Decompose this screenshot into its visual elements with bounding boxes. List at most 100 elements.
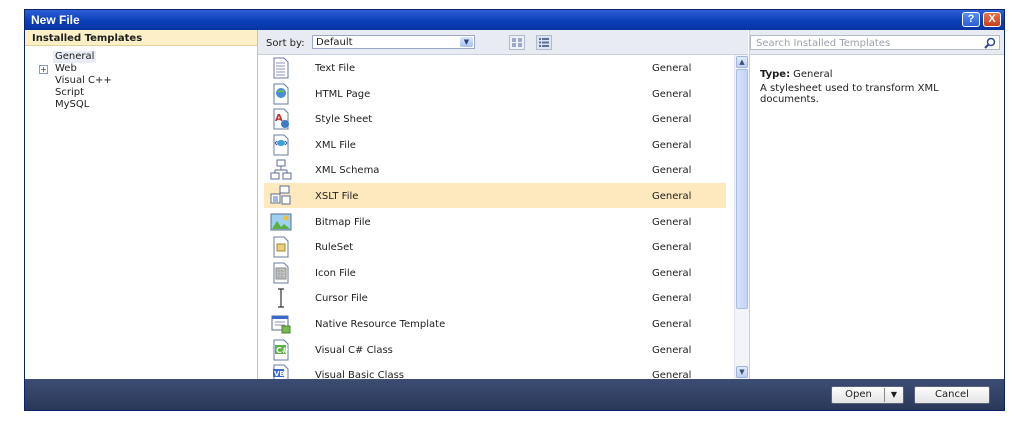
type-label: Type:: [760, 69, 791, 80]
template-name: Bitmap File: [315, 216, 371, 228]
template-type: Type: General: [760, 69, 833, 80]
cancel-button[interactable]: Cancel: [914, 386, 990, 404]
template-category: General: [652, 191, 692, 202]
tree-item-label: Web: [55, 63, 77, 74]
template-row-visual-basic-class[interactable]: VB Visual Basic Class General: [264, 362, 726, 379]
svg-text:C#: C#: [276, 346, 289, 355]
open-button[interactable]: Open ▼: [831, 386, 904, 404]
template-row-xml-schema[interactable]: XML Schema General: [264, 157, 726, 182]
search-input[interactable]: Search Installed Templates: [750, 35, 1000, 50]
template-name: XML Schema: [315, 165, 380, 177]
open-button-label: Open: [845, 389, 872, 400]
template-name: HTML Page: [315, 88, 371, 100]
template-row-xml-file[interactable]: XML File General: [264, 132, 726, 157]
template-row-xslt-file[interactable]: XSLT File General: [264, 183, 726, 208]
new-file-dialog: New File ? X Installed Templates General…: [24, 9, 1005, 411]
sort-by-value: Default: [316, 37, 353, 48]
csharp-class-icon: C#: [273, 339, 289, 361]
template-name: Native Resource Template: [315, 319, 446, 330]
dialog-footer: Open ▼ Cancel: [25, 379, 1004, 410]
template-category: General: [652, 114, 692, 126]
template-name: Visual Basic Class: [315, 370, 404, 379]
template-name: Text File: [315, 63, 356, 74]
text-file-icon: [273, 57, 289, 79]
template-category: General: [652, 344, 692, 356]
template-name: Visual C# Class: [315, 344, 393, 356]
ruleset-icon: [273, 236, 289, 258]
template-category: General: [652, 242, 692, 254]
template-description: A stylesheet used to transform XML docum…: [760, 83, 939, 105]
vb-class-icon: VB: [273, 364, 289, 379]
template-name: Style Sheet: [315, 114, 373, 126]
template-row-visual-csharp-class[interactable]: C# Visual C# Class General: [264, 337, 726, 362]
templates-list-panel: Sort by: Default ▼ Text File General HTM…: [258, 30, 749, 379]
template-row-html-page[interactable]: HTML Page General: [264, 81, 726, 106]
open-dropdown-icon[interactable]: ▼: [884, 388, 903, 402]
template-list-scrollbar[interactable]: ▲ ▼: [734, 55, 749, 379]
title-bar: New File ? X: [25, 10, 1004, 30]
tree-item-mysql[interactable]: MySQL: [55, 99, 89, 111]
template-row-native-resource-template[interactable]: Native Resource Template General: [264, 311, 726, 336]
search-placeholder: Search Installed Templates: [756, 38, 891, 49]
grid-view-icon: [512, 38, 522, 47]
tree-item-web[interactable]: + Web: [39, 63, 77, 75]
template-name: XML File: [315, 139, 356, 151]
cursor-file-icon: [278, 288, 284, 308]
native-resource-icon: [271, 315, 291, 334]
sort-by-label: Sort by:: [266, 38, 305, 49]
list-view-icon: [539, 38, 549, 47]
template-name: XSLT File: [315, 191, 359, 202]
template-category: General: [652, 216, 692, 228]
chevron-down-icon[interactable]: ▼: [460, 37, 473, 47]
template-row-cursor-file[interactable]: Cursor File General: [264, 285, 726, 310]
template-row-style-sheet[interactable]: A Style Sheet General: [264, 106, 726, 131]
tree-item-visual-cpp[interactable]: Visual C++: [55, 75, 112, 87]
template-category: General: [652, 370, 692, 379]
template-category: General: [652, 319, 692, 330]
scrollbar-thumb[interactable]: [736, 69, 748, 309]
tree-item-script[interactable]: Script: [55, 87, 84, 99]
tree-item-label: Visual C++: [55, 75, 112, 86]
template-list: Text File General HTML Page General A St…: [258, 55, 733, 379]
template-row-bitmap-file[interactable]: Bitmap File General: [264, 209, 726, 234]
xslt-file-icon: [270, 185, 291, 205]
template-category: General: [652, 139, 692, 151]
template-row-ruleset[interactable]: RuleSet General: [264, 234, 726, 259]
template-row-text-file[interactable]: Text File General: [264, 55, 726, 80]
html-page-icon: [273, 83, 289, 105]
template-category: General: [652, 165, 692, 177]
template-name: RuleSet: [315, 242, 354, 254]
template-name: Cursor File: [315, 293, 368, 305]
type-value: General: [793, 69, 833, 80]
scroll-down-icon[interactable]: ▼: [736, 366, 748, 378]
details-view-button[interactable]: [536, 35, 552, 50]
xml-file-icon: [273, 134, 289, 156]
help-button[interactable]: ?: [962, 12, 980, 27]
details-panel: Search Installed Templates Type: General …: [749, 30, 1004, 379]
scroll-up-icon[interactable]: ▲: [736, 56, 748, 68]
tree-item-label: MySQL: [55, 99, 90, 110]
bitmap-file-icon: [270, 213, 292, 231]
tree-item-general[interactable]: General: [53, 51, 97, 63]
search-icon[interactable]: [984, 37, 996, 49]
template-category: General: [652, 88, 692, 100]
installed-templates-panel: Installed Templates General + Web Visual …: [25, 30, 258, 379]
close-button[interactable]: X: [983, 12, 1001, 27]
style-sheet-icon: A: [273, 108, 289, 130]
icon-file-icon: [273, 262, 289, 284]
expand-icon[interactable]: +: [39, 65, 48, 74]
xml-schema-icon: [270, 159, 292, 180]
dialog-body: Installed Templates General + Web Visual …: [25, 30, 1004, 379]
medium-icons-view-button[interactable]: [509, 35, 525, 50]
template-category: General: [652, 293, 692, 305]
sort-toolbar: Sort by: Default ▼: [258, 30, 748, 55]
template-row-icon-file[interactable]: Icon File General: [264, 260, 726, 285]
svg-text:VB: VB: [274, 370, 285, 378]
template-category: General: [652, 63, 692, 74]
template-category: General: [652, 267, 692, 279]
sort-by-select[interactable]: Default ▼: [312, 35, 475, 49]
dialog-title: New File: [31, 13, 80, 27]
template-name: Icon File: [315, 267, 356, 279]
installed-templates-header: Installed Templates: [25, 30, 257, 46]
tree-item-label: Script: [55, 87, 85, 98]
